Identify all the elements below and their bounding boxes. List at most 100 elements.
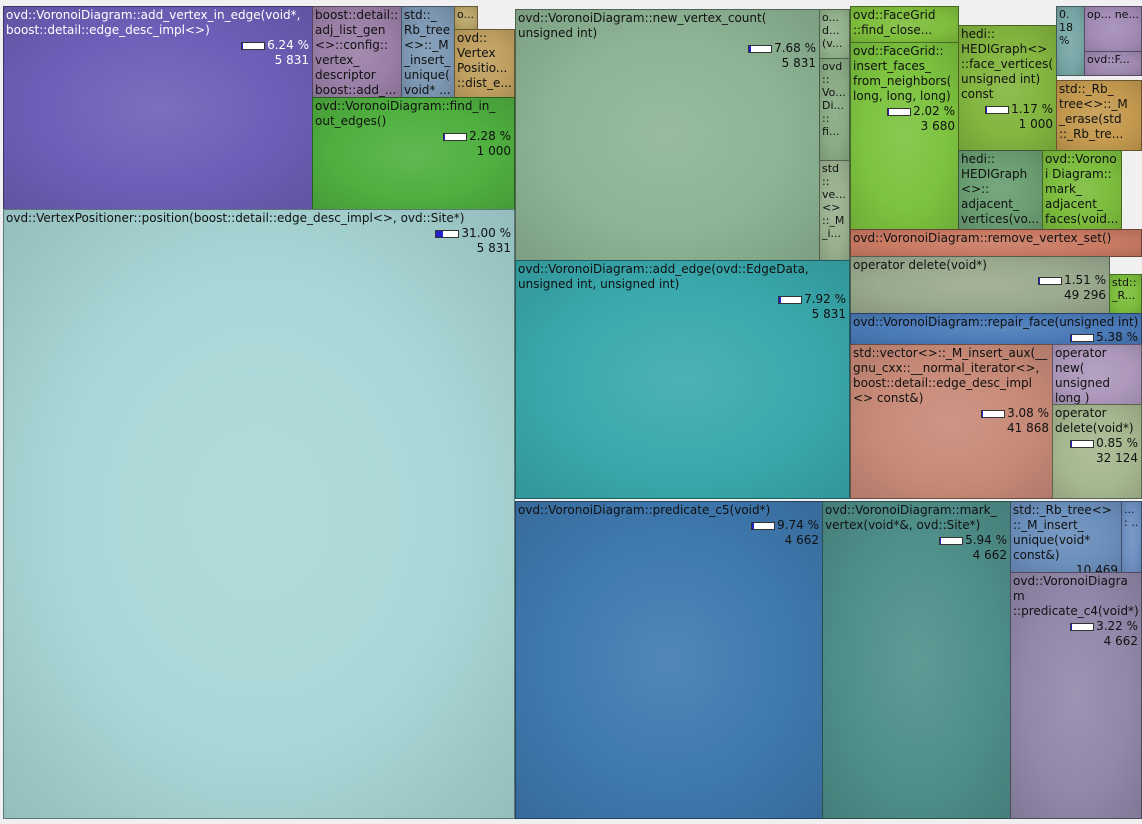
cell-label: o... <box>457 8 475 21</box>
cost-percent: 3.22 % <box>1096 619 1138 633</box>
cost-metric: 1.17 % <box>959 102 1056 117</box>
treemap-cell-find-in-out-edges[interactable]: ovd::VoronoiDiagram::find_in_ out_edges(… <box>312 97 515 210</box>
treemap-cell-predicate-c5[interactable]: ovd::VoronoiDiagram::predicate_c5(void*)… <box>515 501 823 819</box>
treemap-cell-operator-delete-b[interactable]: operator delete(void*) 0.85 % 32 124 <box>1052 404 1142 499</box>
call-count: 3 680 <box>920 119 955 133</box>
treemap-cell-hedigraph-face-vertices[interactable]: hedi:: HEDIGraph<> ::face_vertices( unsi… <box>958 25 1057 151</box>
cost-percent: 1.17 % <box>1011 102 1053 116</box>
cell-label: ovd::Voronoi Diagram:: mark_ adjacent_ f… <box>1045 152 1119 226</box>
cell-label: std::_Rb_ tree<>::_M _erase(std ::_Rb_tr… <box>1059 82 1128 141</box>
cost-bar <box>887 107 912 116</box>
treemap-cell-add-edge[interactable]: ovd::VoronoiDiagram::add_edge(ovd::EdgeD… <box>515 260 850 499</box>
cost-bar-fill <box>242 42 244 49</box>
cell-label: operator new( unsigned long ) <box>1055 346 1111 405</box>
cost-bar-fill <box>779 296 781 303</box>
cost-percent: 6.24 % <box>267 38 309 52</box>
treemap-cell-rb-tree-insert-unique-a[interactable]: std::_ Rb_tree <>::_M _insert_ unique( v… <box>401 6 455 98</box>
cell-label: operator delete(void*) <box>1055 406 1134 435</box>
treemap-cell-small-op-ne[interactable]: op... ne... <box>1084 6 1142 52</box>
cell-label: ovd::VoronoiDiagram::add_vertex_in_edge(… <box>6 8 301 37</box>
cost-bar-fill <box>436 230 444 237</box>
treemap-cell-small-ovd-vo-di[interactable]: ovd :: Vo... Di... :: fi... <box>819 58 850 161</box>
call-count: 4 662 <box>784 533 819 547</box>
treemap-cell-facegrid-insert-faces[interactable]: ovd::FaceGrid:: insert_faces_ from_neigh… <box>850 42 959 230</box>
cost-metric: 5.94 % <box>823 533 1010 548</box>
cost-bar-fill <box>940 537 942 544</box>
call-count: 5 831 <box>274 53 309 67</box>
cell-label: 0. 18 % <box>1059 8 1073 47</box>
cell-label: std::_Rb_tree<> ::_M_insert_ unique(void… <box>1013 503 1112 562</box>
treemap-cell-small-ovd-f[interactable]: ovd::F... <box>1084 51 1142 76</box>
cost-percent: 0.85 % <box>1096 436 1138 450</box>
treemap-cell-mark-vertex[interactable]: ovd::VoronoiDiagram::mark_ vertex(void*&… <box>822 501 1011 819</box>
treemap-cell-vertex-positioner-dist[interactable]: ovd:: Vertex Positio... ::dist_e... <box>454 29 515 98</box>
cost-bar <box>1070 622 1095 631</box>
call-count: 32 124 <box>1096 451 1138 465</box>
treemap-cell-rb-tree-erase[interactable]: std::_Rb_ tree<>::_M _erase(std ::_Rb_tr… <box>1056 80 1142 151</box>
cost-metric: 3.08 % <box>851 406 1052 421</box>
cost-bar <box>435 229 460 238</box>
treemap-cell-small-dots-right[interactable]: ... : .. <box>1121 501 1142 573</box>
cell-label: ovd::FaceGrid:: insert_faces_ from_neigh… <box>853 44 952 103</box>
treemap-cell-hedigraph-adjacent-vertices[interactable]: hedi:: HEDIGraph <>:: adjacent_ vertices… <box>958 150 1043 230</box>
treemap-cell-operator-new[interactable]: operator new( unsigned long )0.56 %16 06… <box>1052 344 1142 405</box>
cell-label: ovd:: Vertex Positio... ::dist_e... <box>457 31 512 90</box>
cost-percent: 1.51 % <box>1064 273 1106 287</box>
call-count: 5 831 <box>781 56 816 70</box>
cost-percent: 2.02 % <box>913 104 955 118</box>
treemap-cell-vector-m-insert-aux[interactable]: std::vector<>::_M_insert_aux(__ gnu_cxx:… <box>850 344 1053 499</box>
cell-label: ovd :: Vo... Di... :: fi... <box>822 60 846 138</box>
cell-shading <box>516 502 822 818</box>
cell-label: op... ne... <box>1087 8 1139 21</box>
call-count: 4 662 <box>972 548 1007 562</box>
cell-label: std :: ve... <> ::_M _i... <box>822 162 846 240</box>
cell-label: ovd::VoronoiDiagram::mark_ vertex(void*&… <box>825 503 997 532</box>
cell-label: hedi:: HEDIGraph<> ::face_vertices( unsi… <box>961 27 1054 101</box>
cost-percent: 2.28 % <box>469 129 511 143</box>
cost-bar <box>1070 439 1095 448</box>
cell-label: std:: _R... <box>1112 276 1137 302</box>
treemap-cell-small-o-a[interactable]: o... <box>454 6 478 30</box>
treemap-cell-small-o-d-v[interactable]: o... d... (v... <box>819 9 850 59</box>
call-count: 5 831 <box>811 307 846 321</box>
cost-metric: 7.68 % <box>516 41 819 56</box>
treemap-cell-predicate-c4[interactable]: ovd::VoronoiDiagram ::predicate_c4(void*… <box>1010 572 1142 819</box>
call-count: 41 868 <box>1007 421 1049 435</box>
cost-bar <box>778 295 803 304</box>
treemap-cell-operator-delete-a[interactable]: operator delete(void*) 1.51 % 49 296 <box>850 256 1110 314</box>
call-count: 49 296 <box>1064 288 1106 302</box>
treemap-cell-facegrid-find-close[interactable]: ovd::FaceGrid ::find_close... <box>850 6 959 43</box>
treemap-cell-adj-list-gen[interactable]: boost::detail:: adj_list_gen <>::config:… <box>312 6 402 98</box>
cell-label: ovd::VoronoiDiagram ::predicate_c4(void*… <box>1013 574 1139 618</box>
cost-percent: 7.92 % <box>804 292 846 306</box>
cost-bar <box>443 132 468 141</box>
treemap-cell-small-std-ve-m[interactable]: std :: ve... <> ::_M _i... <box>819 160 850 261</box>
cell-label: hedi:: HEDIGraph <>:: adjacent_ vertices… <box>961 152 1040 226</box>
cost-percent: 9.74 % <box>777 518 819 532</box>
cell-label: ... : .. <box>1124 503 1139 529</box>
cell-label: ovd::VoronoiDiagram::new_vertex_count( u… <box>518 11 767 40</box>
cell-label: std::_ Rb_tree <>::_M _insert_ unique( v… <box>404 8 451 97</box>
treemap-cell-remove-vertex-set[interactable]: ovd::VoronoiDiagram::remove_vertex_set() <box>850 229 1142 257</box>
treemap-cell-repair-face[interactable]: ovd::VoronoiDiagram::repair_face(unsigne… <box>850 313 1142 345</box>
treemap-cell-small-std-r[interactable]: std:: _R... <box>1109 274 1142 314</box>
treemap-cell-small-0-18[interactable]: 0. 18 % <box>1056 6 1085 76</box>
cost-metric: 2.28 % <box>313 129 514 144</box>
treemap-cell-add-vertex-in-edge[interactable]: ovd::VoronoiDiagram::add_vertex_in_edge(… <box>3 6 313 210</box>
treemap-cell-new-vertex-count[interactable]: ovd::VoronoiDiagram::new_vertex_count( u… <box>515 9 820 261</box>
cell-label: ovd::VoronoiDiagram::remove_vertex_set() <box>853 231 1112 245</box>
cost-metric: 9.74 % <box>516 518 822 533</box>
cell-label: ovd::VoronoiDiagram::find_in_ out_edges(… <box>315 99 496 128</box>
cell-label: std::vector<>::_M_insert_aux(__ gnu_cxx:… <box>853 346 1048 405</box>
cell-label: ovd::VoronoiDiagram::predicate_c5(void*) <box>518 503 771 517</box>
treemap-cell-mark-adjacent-faces[interactable]: ovd::Voronoi Diagram:: mark_ adjacent_ f… <box>1042 150 1122 230</box>
treemap-cell-rb-tree-insert-unique-b[interactable]: std::_Rb_tree<> ::_M_insert_ unique(void… <box>1010 501 1122 573</box>
cost-percent: 3.08 % <box>1007 406 1049 420</box>
treemap-cell-vertex-positioner-position[interactable]: ovd::VertexPositioner::position(boost::d… <box>3 209 515 819</box>
cell-label: ovd::VoronoiDiagram::repair_face(unsigne… <box>853 315 1139 329</box>
cost-bar <box>748 44 773 53</box>
cost-bar-fill <box>1071 334 1073 341</box>
cost-percent: 5.94 % <box>965 533 1007 547</box>
cost-bar-fill <box>752 522 755 529</box>
cost-percent: 7.68 % <box>774 41 816 55</box>
